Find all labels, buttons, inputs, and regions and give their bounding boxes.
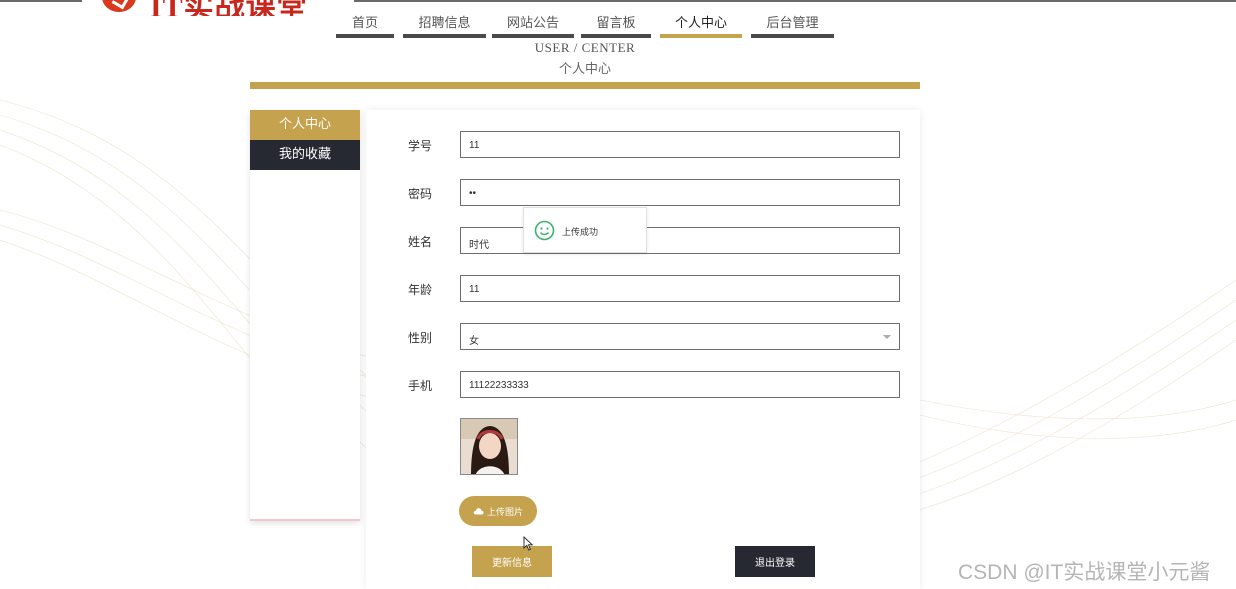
profile-form-panel: 学号 11 密码 •• 姓名 时代 年龄 11 性别 女 手机 11122233… (366, 110, 920, 589)
phone-input[interactable]: 11122233333 (460, 371, 900, 398)
toast-message: 上传成功 (562, 228, 599, 238)
logo-text: IT实战课堂 (150, 0, 308, 16)
form-row-age: 年龄 11 (366, 275, 920, 303)
gender-select-value: 女 (469, 336, 479, 347)
nav-underline (660, 34, 742, 38)
nav-item-announcements[interactable]: 网站公告 (492, 0, 574, 38)
logout-button[interactable]: 退出登录 (735, 546, 815, 577)
nav-item-messageboard[interactable]: 留言板 (581, 0, 651, 38)
nav-label: 招聘信息 (418, 16, 471, 31)
logo-mark-icon (102, 0, 136, 12)
avatar-image (460, 418, 518, 475)
chevron-down-icon (883, 335, 891, 339)
phone-label: 手机 (408, 379, 433, 393)
nav-underline (403, 34, 486, 38)
nav-underline (751, 34, 834, 38)
form-row-phone: 手机 11122233333 (366, 371, 920, 399)
form-row-student-id: 学号 11 (366, 131, 920, 159)
nav-item-user-center[interactable]: 个人中心 (660, 0, 742, 38)
sidebar-item-user-center[interactable]: 个人中心 (250, 110, 360, 140)
form-row-gender: 性别 女 (366, 323, 920, 351)
sidebar-item-favorites[interactable]: 我的收藏 (250, 140, 360, 170)
password-input[interactable]: •• (460, 179, 900, 206)
nav-label: 网站公告 (506, 16, 559, 31)
smile-icon (534, 220, 555, 241)
upload-image-button[interactable]: 上传图片 (459, 496, 537, 526)
mouse-cursor-icon (523, 536, 534, 551)
nav-label: 留言板 (596, 16, 636, 31)
upload-button-label: 上传图片 (486, 507, 523, 518)
heading-divider (250, 82, 920, 89)
gender-label: 性别 (408, 331, 433, 345)
update-info-button[interactable]: 更新信息 (472, 546, 552, 577)
form-row-password: 密码 •• (366, 179, 920, 207)
student-id-input[interactable]: 11 (460, 131, 900, 158)
toast-notification: 上传成功 (523, 207, 647, 253)
avatar-photo-icon (461, 419, 517, 474)
nav-item-jobs[interactable]: 招聘信息 (403, 0, 486, 38)
age-label: 年龄 (408, 283, 433, 297)
watermark: CSDN @IT实战课堂小元酱 (958, 561, 1211, 584)
nav-label: 后台管理 (766, 16, 819, 31)
password-label: 密码 (408, 187, 433, 201)
gender-select[interactable]: 女 (460, 323, 900, 350)
sidebar: 个人中心 我的收藏 (250, 110, 360, 521)
name-label: 姓名 (408, 235, 433, 249)
page-heading-en: USER / CENTER (534, 40, 636, 55)
nav-underline (336, 34, 394, 38)
nav-label: 个人中心 (674, 16, 727, 31)
nav-underline (581, 34, 651, 38)
site-logo[interactable]: IT实战课堂 (82, 0, 354, 16)
student-id-label: 学号 (408, 139, 433, 153)
cloud-upload-icon (473, 508, 484, 515)
nav-underline (492, 34, 574, 38)
nav-item-admin[interactable]: 后台管理 (751, 0, 834, 38)
page-heading-cn: 个人中心 (558, 62, 611, 77)
age-input[interactable]: 11 (460, 275, 900, 302)
